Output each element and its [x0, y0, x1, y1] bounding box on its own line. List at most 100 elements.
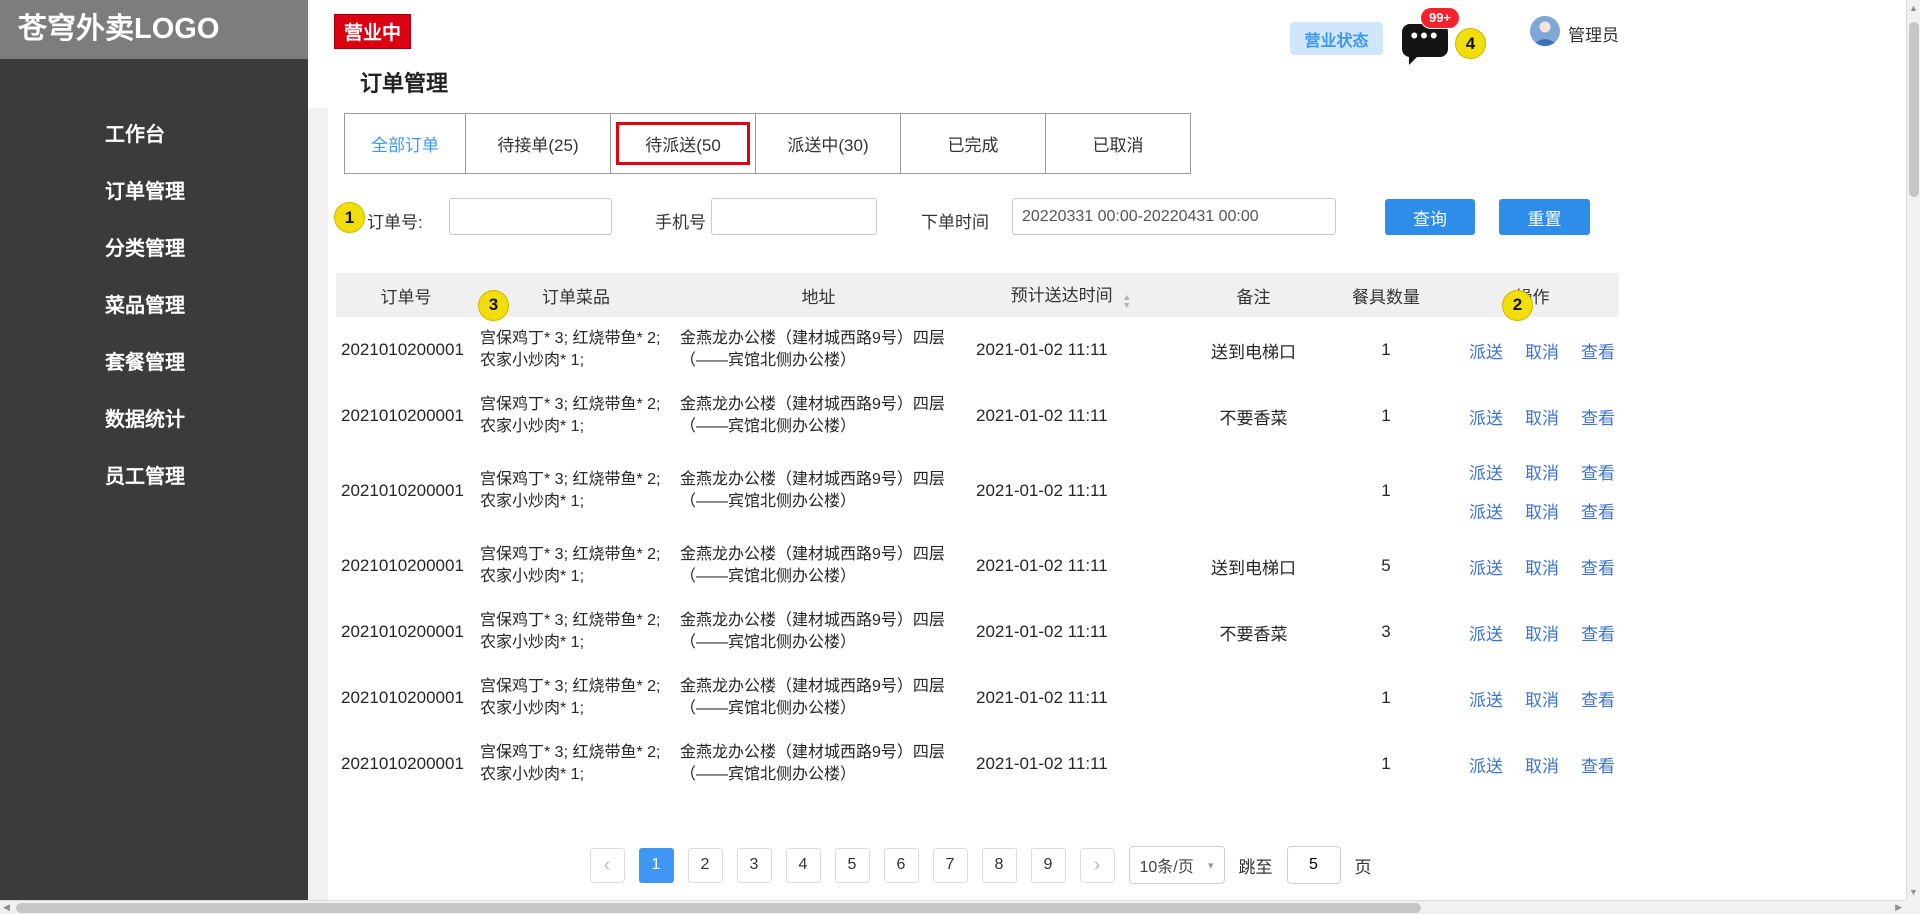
scroll-down-icon[interactable]: ▼	[1909, 887, 1918, 897]
cell-tableware: 3	[1326, 622, 1446, 642]
cell-actions: 派送取消查看	[1446, 317, 1619, 383]
sort-icon[interactable]: ▲▼	[1122, 293, 1131, 309]
page-button-7[interactable]: 7	[933, 848, 968, 883]
tab-all-orders[interactable]: 全部订单	[344, 113, 466, 174]
deliver-link[interactable]: 派送	[1469, 338, 1503, 363]
view-link[interactable]: 查看	[1581, 752, 1615, 777]
view-link[interactable]: 查看	[1581, 404, 1615, 429]
cell-order-no: 2021010200001	[336, 754, 476, 774]
cell-address: 金燕龙办公楼（建材城西路9号）四层（——宾馆北侧办公楼）	[676, 390, 961, 441]
deliver-link[interactable]: 派送	[1469, 498, 1503, 523]
cancel-link[interactable]: 取消	[1525, 338, 1559, 363]
sidebar-item-setmeals[interactable]: 套餐管理	[0, 335, 308, 392]
page-button-5[interactable]: 5	[835, 848, 870, 883]
sidebar-item-workbench[interactable]: 工作台	[0, 107, 308, 164]
jump-to-input[interactable]	[1287, 846, 1341, 884]
deliver-link[interactable]: 派送	[1469, 459, 1503, 484]
cancel-link[interactable]: 取消	[1525, 752, 1559, 777]
col-order-no: 订单号	[336, 283, 476, 308]
annotation-circle-3: 3	[478, 290, 509, 321]
cancel-link[interactable]: 取消	[1525, 686, 1559, 711]
cancel-link[interactable]: 取消	[1525, 620, 1559, 645]
cell-actions: 派送取消查看	[1446, 383, 1619, 449]
app-root: 苍穹外卖LOGO 工作台 订单管理 分类管理 菜品管理 套餐管理 数据统计 员工…	[0, 0, 1920, 914]
pagination: ‹ 1 2 3 4 5 6 7 8 9 › 10条/页 ▾ 跳至 页	[328, 846, 1633, 884]
horizontal-scrollbar-thumb[interactable]	[16, 903, 1421, 913]
sidebar-item-statistics[interactable]: 数据统计	[0, 392, 308, 449]
col-dishes-label: 订单菜品	[542, 288, 610, 307]
cell-order-no: 2021010200001	[336, 340, 476, 360]
scroll-right-icon[interactable]: ▶	[1895, 901, 1902, 914]
vertical-scrollbar[interactable]: ▲ ▼	[1906, 0, 1920, 900]
notification-count-badge: 99+	[1420, 7, 1460, 29]
deliver-link[interactable]: 派送	[1469, 752, 1503, 777]
jump-to-label: 跳至	[1239, 853, 1273, 878]
main-panel: 全部订单 待接单(25) 待派送(50 派送中(30) 已完成 已取消 1 订单…	[328, 108, 1633, 891]
cancel-link[interactable]: 取消	[1525, 554, 1559, 579]
chevron-down-icon: ▾	[1208, 859, 1214, 872]
sidebar: 苍穹外卖LOGO 工作台 订单管理 分类管理 菜品管理 套餐管理 数据统计 员工…	[0, 0, 308, 914]
vertical-scrollbar-thumb[interactable]	[1909, 22, 1919, 197]
page-button-4[interactable]: 4	[786, 848, 821, 883]
scroll-up-icon[interactable]: ▲	[1909, 3, 1918, 13]
view-link[interactable]: 查看	[1581, 459, 1615, 484]
view-link[interactable]: 查看	[1581, 554, 1615, 579]
cell-eta: 2021-01-02 11:11	[961, 754, 1181, 774]
sidebar-item-orders[interactable]: 订单管理	[0, 164, 308, 221]
deliver-link[interactable]: 派送	[1469, 554, 1503, 579]
view-link[interactable]: 查看	[1581, 498, 1615, 523]
order-no-input[interactable]	[449, 198, 612, 235]
tab-cancelled[interactable]: 已取消	[1045, 113, 1191, 174]
page-button-9[interactable]: 9	[1031, 848, 1066, 883]
annotation-circle-4: 4	[1455, 28, 1486, 59]
col-actions: 2 操作	[1446, 283, 1619, 308]
col-address: 地址	[676, 283, 961, 308]
deliver-link[interactable]: 派送	[1469, 620, 1503, 645]
page-unit-label: 页	[1355, 853, 1372, 878]
prev-page-button[interactable]: ‹	[590, 848, 625, 883]
cancel-link[interactable]: 取消	[1525, 404, 1559, 429]
reset-button[interactable]: 重置	[1499, 199, 1590, 235]
sidebar-item-categories[interactable]: 分类管理	[0, 221, 308, 278]
cancel-link[interactable]: 取消	[1525, 459, 1559, 484]
cell-address: 金燕龙办公楼（建材城西路9号）四层（——宾馆北侧办公楼）	[676, 738, 961, 789]
tab-pending[interactable]: 待接单(25)	[465, 113, 611, 174]
tab-dispatching[interactable]: 派送中(30)	[755, 113, 901, 174]
page-button-2[interactable]: 2	[688, 848, 723, 883]
page-button-1[interactable]: 1	[639, 848, 674, 883]
orders-table: 订单号 3 订单菜品 地址 预计送达时间 ▲▼ 备注 餐具数量 2 操作 202…	[336, 273, 1619, 797]
sidebar-nav: 工作台 订单管理 分类管理 菜品管理 套餐管理 数据统计 员工管理	[0, 107, 308, 506]
tab-to-dispatch[interactable]: 待派送(50	[610, 113, 756, 174]
view-link[interactable]: 查看	[1581, 686, 1615, 711]
content-gutter	[308, 108, 328, 902]
page-button-6[interactable]: 6	[884, 848, 919, 883]
business-status-button[interactable]: 营业状态	[1290, 22, 1383, 55]
page-button-8[interactable]: 8	[982, 848, 1017, 883]
horizontal-scrollbar[interactable]: ◀ ▶	[0, 900, 1920, 914]
table-row: 2021010200001 宫保鸡丁* 3; 红烧带鱼* 2; 农家小炒肉* 1…	[336, 449, 1619, 533]
table-body: 2021010200001 宫保鸡丁* 3; 红烧带鱼* 2; 农家小炒肉* 1…	[336, 317, 1619, 797]
avatar[interactable]	[1530, 16, 1560, 46]
col-eta-label: 预计送达时间	[1011, 286, 1113, 305]
view-link[interactable]: 查看	[1581, 338, 1615, 363]
order-tabs: 全部订单 待接单(25) 待派送(50 派送中(30) 已完成 已取消	[344, 113, 1191, 174]
table-row: 2021010200001 宫保鸡丁* 3; 红烧带鱼* 2; 农家小炒肉* 1…	[336, 533, 1619, 599]
page-button-3[interactable]: 3	[737, 848, 772, 883]
order-time-input[interactable]	[1012, 198, 1336, 235]
tab-completed[interactable]: 已完成	[900, 113, 1046, 174]
cell-dishes: 宫保鸡丁* 3; 红烧带鱼* 2; 农家小炒肉* 1;	[476, 672, 676, 723]
scrollbar-corner	[1906, 900, 1920, 914]
sidebar-item-dishes[interactable]: 菜品管理	[0, 278, 308, 335]
phone-input[interactable]	[711, 198, 877, 235]
sidebar-item-employees[interactable]: 员工管理	[0, 449, 308, 506]
next-page-button[interactable]: ›	[1080, 848, 1115, 883]
deliver-link[interactable]: 派送	[1469, 686, 1503, 711]
cell-order-no: 2021010200001	[336, 481, 476, 501]
cancel-link[interactable]: 取消	[1525, 498, 1559, 523]
page-size-select[interactable]: 10条/页 ▾	[1129, 846, 1225, 884]
query-button[interactable]: 查询	[1385, 199, 1475, 235]
scroll-left-icon[interactable]: ◀	[3, 901, 10, 914]
deliver-link[interactable]: 派送	[1469, 404, 1503, 429]
view-link[interactable]: 查看	[1581, 620, 1615, 645]
cell-dishes: 宫保鸡丁* 3; 红烧带鱼* 2; 农家小炒肉* 1;	[476, 324, 676, 375]
